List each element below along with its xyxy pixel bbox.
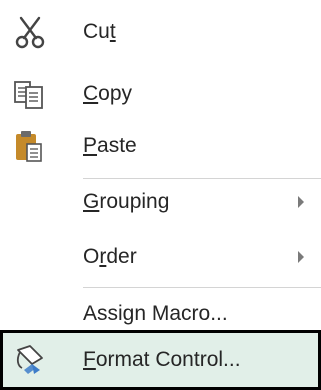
menu-item-order[interactable]: Order: [0, 227, 321, 287]
submenu-arrow-icon: [298, 196, 304, 208]
menu-item-grouping[interactable]: Grouping: [0, 172, 321, 232]
menu-item-label: Order: [83, 245, 137, 268]
menu-item-label: Cut: [83, 20, 116, 43]
menu-item-label: Format Control...: [83, 348, 241, 371]
menu-item-copy[interactable]: Copy: [0, 64, 321, 124]
copy-icon: [10, 74, 50, 114]
paste-icon: [10, 126, 50, 166]
menu-item-label: Copy: [83, 82, 133, 105]
submenu-arrow-icon: [298, 251, 304, 263]
menu-item-paste[interactable]: Paste: [0, 116, 321, 176]
menu-item-cut[interactable]: Cut: [0, 2, 321, 62]
context-menu: Cut Copy Paste Grouping Order Assign Mac…: [0, 0, 321, 390]
scissors-icon: [10, 12, 50, 52]
menu-item-format-control[interactable]: Format Control...: [0, 330, 321, 390]
menu-item-label: Paste: [83, 134, 137, 157]
menu-item-label: Grouping: [83, 190, 170, 213]
format-control-icon: [10, 340, 50, 380]
